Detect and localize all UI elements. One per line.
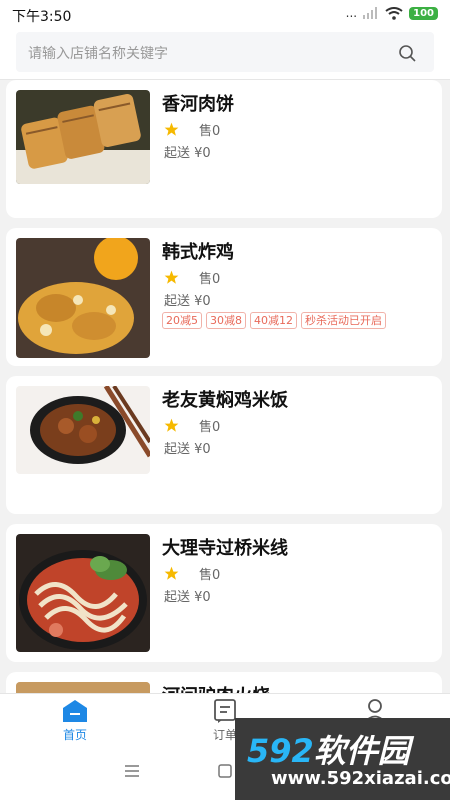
sales-count: 售0 — [199, 568, 221, 583]
shop-image-donkey-burger — [16, 682, 150, 693]
cellular-signal-icon — [363, 7, 378, 19]
shop-image-flatbread — [16, 90, 150, 184]
status-bar: 下午3:50 ... 100 — [0, 0, 450, 28]
signal-dots: ... — [345, 6, 358, 20]
star-icon — [164, 418, 179, 432]
shop-image-fried-chicken — [16, 238, 150, 358]
battery-icon: 100 — [409, 6, 438, 20]
shop-image-rice-noodles — [16, 534, 150, 652]
status-icons: ... 100 — [346, 6, 438, 20]
shop-card[interactable]: 韩式炸鸡 售0 起送 ¥0 20减5 30减8 40减12 秒杀活动已开启 — [6, 228, 442, 366]
search-placeholder: 请输入店铺名称关键字 — [28, 46, 168, 62]
shop-name: 韩式炸鸡 — [162, 242, 234, 263]
search-header: 请输入店铺名称关键字 — [0, 28, 450, 80]
promo-tag: 秒杀活动已开启 — [301, 312, 386, 329]
promo-tag: 30减8 — [206, 312, 246, 329]
wifi-icon — [385, 6, 403, 20]
rating-row: 售0 — [164, 120, 220, 139]
promo-tag: 20减5 — [162, 312, 202, 329]
shop-card[interactable]: 老友黄焖鸡米饭 售0 起送 ¥0 — [6, 376, 442, 514]
shop-name: 大理寺过桥米线 — [162, 538, 288, 559]
shop-card[interactable]: 大理寺过桥米线 售0 起送 ¥0 — [6, 524, 442, 662]
min-order: 起送 ¥0 — [164, 146, 211, 161]
rating-row: 售0 — [164, 564, 220, 583]
star-icon — [164, 270, 179, 284]
shop-name: 河间驴肉火烧 — [162, 682, 270, 693]
min-order: 起送 ¥0 — [164, 294, 211, 309]
shop-name: 老友黄焖鸡米饭 — [162, 390, 288, 411]
home-icon — [63, 700, 87, 722]
min-order: 起送 ¥0 — [164, 590, 211, 605]
watermark-text: 软件园 — [313, 732, 410, 770]
shop-image-braised-chicken — [16, 386, 150, 474]
rating-row: 售0 — [164, 416, 220, 435]
watermark-url: www.592xiazai.com — [271, 768, 450, 789]
promo-tag: 40减12 — [250, 312, 297, 329]
watermark-logo: 592软件园 www.592xiazai.com — [235, 718, 450, 800]
watermark-title: 592软件园 — [247, 726, 410, 772]
search-input[interactable]: 请输入店铺名称关键字 — [16, 32, 434, 72]
shop-list: 香河肉饼 售0 起送 ¥0 韩式炸鸡 售0 起送 ¥0 20减5 30减8 40… — [0, 80, 450, 693]
sales-count: 售0 — [199, 420, 221, 435]
status-time: 下午3:50 — [12, 9, 72, 25]
rating-row: 售0 — [164, 268, 220, 287]
promo-tags: 20减5 30减8 40减12 秒杀活动已开启 — [162, 312, 386, 329]
home-square-icon[interactable] — [218, 764, 232, 778]
sales-count: 售0 — [199, 124, 221, 139]
star-icon — [164, 122, 179, 136]
star-icon — [164, 566, 179, 580]
menu-icon[interactable] — [124, 764, 140, 778]
search-icon[interactable] — [398, 44, 416, 62]
watermark-prefix: 592 — [247, 732, 314, 770]
tab-home[interactable]: 首页 — [0, 698, 150, 748]
shop-name: 香河肉饼 — [162, 94, 234, 115]
tab-label: 首页 — [62, 728, 87, 742]
min-order: 起送 ¥0 — [164, 442, 211, 457]
shop-card[interactable]: 香河肉饼 售0 起送 ¥0 — [6, 80, 442, 218]
shop-card[interactable]: 河间驴肉火烧 — [6, 672, 442, 693]
sales-count: 售0 — [199, 272, 221, 287]
